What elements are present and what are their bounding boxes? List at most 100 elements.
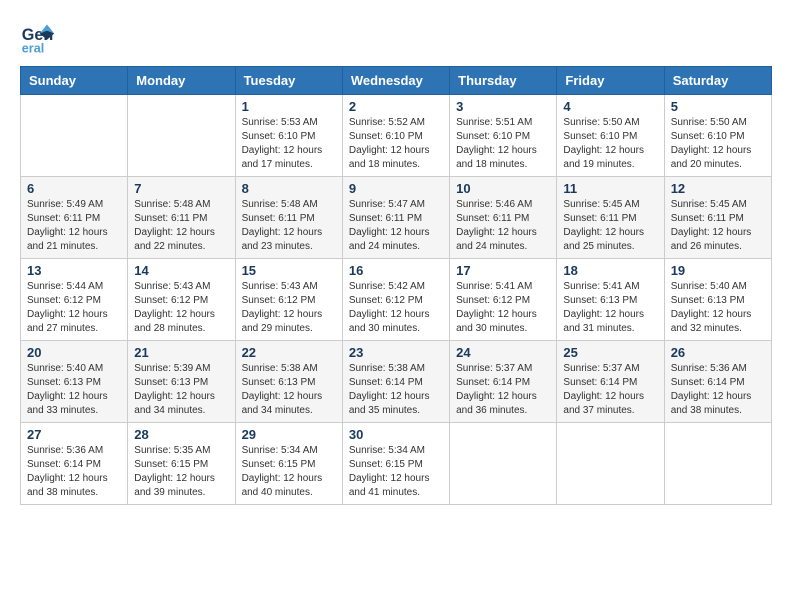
day-info: Sunrise: 5:41 AM Sunset: 6:13 PM Dayligh… — [563, 280, 657, 336]
day-number: 7 — [134, 181, 228, 196]
day-number: 28 — [134, 427, 228, 442]
calendar-week-1: 1Sunrise: 5:53 AM Sunset: 6:10 PM Daylig… — [21, 95, 772, 177]
day-info: Sunrise: 5:47 AM Sunset: 6:11 PM Dayligh… — [349, 198, 443, 254]
day-info: Sunrise: 5:35 AM Sunset: 6:15 PM Dayligh… — [134, 444, 228, 500]
day-info: Sunrise: 5:48 AM Sunset: 6:11 PM Dayligh… — [134, 198, 228, 254]
day-info: Sunrise: 5:51 AM Sunset: 6:10 PM Dayligh… — [456, 116, 550, 172]
calendar-cell: 4Sunrise: 5:50 AM Sunset: 6:10 PM Daylig… — [557, 95, 664, 177]
calendar-cell: 10 Sunrise: 5:46 AM Sunset: 6:11 PM Dayli… — [450, 177, 557, 259]
calendar-cell: 11 Sunrise: 5:45 AM Sunset: 6:11 PM Dayli… — [557, 177, 664, 259]
day-number: 10 — [456, 181, 550, 196]
day-number: 27 — [27, 427, 121, 442]
weekday-row: SundayMondayTuesdayWednesdayThursdayFrid… — [21, 67, 772, 95]
day-info: Sunrise: 5:46 AM Sunset: 6:11 PM Dayligh… — [456, 198, 550, 254]
day-number: 24 — [456, 345, 550, 360]
calendar-week-3: 13 Sunrise: 5:44 AM Sunset: 6:12 PM Dayli… — [21, 259, 772, 341]
calendar-cell: 18 Sunrise: 5:41 AM Sunset: 6:13 PM Dayli… — [557, 259, 664, 341]
day-number: 29 — [242, 427, 336, 442]
day-info: Sunrise: 5:45 AM Sunset: 6:11 PM Dayligh… — [671, 198, 765, 254]
calendar-cell — [557, 423, 664, 505]
day-number: 14 — [134, 263, 228, 278]
day-number: 19 — [671, 263, 765, 278]
calendar-week-4: 20 Sunrise: 5:40 AM Sunset: 6:13 PM Dayli… — [21, 341, 772, 423]
day-number: 9 — [349, 181, 443, 196]
calendar-cell: 15 Sunrise: 5:43 AM Sunset: 6:12 PM Dayli… — [235, 259, 342, 341]
logo: Gen eral — [20, 20, 60, 56]
day-number: 2 — [349, 99, 443, 114]
day-info: Sunrise: 5:36 AM Sunset: 6:14 PM Dayligh… — [671, 362, 765, 418]
day-info: Sunrise: 5:44 AM Sunset: 6:12 PM Dayligh… — [27, 280, 121, 336]
day-info: Sunrise: 5:36 AM Sunset: 6:14 PM Dayligh… — [27, 444, 121, 500]
calendar-cell: 19Sunrise: 5:40 AM Sunset: 6:13 PM Dayli… — [664, 259, 771, 341]
day-number: 22 — [242, 345, 336, 360]
day-info: Sunrise: 5:45 AM Sunset: 6:11 PM Dayligh… — [563, 198, 657, 254]
calendar-cell: 22 Sunrise: 5:38 AM Sunset: 6:13 PM Dayli… — [235, 341, 342, 423]
calendar-cell: 9 Sunrise: 5:47 AM Sunset: 6:11 PM Daylig… — [342, 177, 449, 259]
calendar-cell: 21 Sunrise: 5:39 AM Sunset: 6:13 PM Dayli… — [128, 341, 235, 423]
day-info: Sunrise: 5:39 AM Sunset: 6:13 PM Dayligh… — [134, 362, 228, 418]
page-header: Gen eral — [20, 20, 772, 56]
calendar-cell: 23 Sunrise: 5:38 AM Sunset: 6:14 PM Dayli… — [342, 341, 449, 423]
calendar-cell: 2 Sunrise: 5:52 AM Sunset: 6:10 PM Daylig… — [342, 95, 449, 177]
day-info: Sunrise: 5:52 AM Sunset: 6:10 PM Dayligh… — [349, 116, 443, 172]
day-number: 13 — [27, 263, 121, 278]
calendar-cell — [128, 95, 235, 177]
calendar-cell — [21, 95, 128, 177]
day-info: Sunrise: 5:40 AM Sunset: 6:13 PM Dayligh… — [27, 362, 121, 418]
day-number: 20 — [27, 345, 121, 360]
calendar-cell — [450, 423, 557, 505]
day-number: 23 — [349, 345, 443, 360]
calendar-cell: 1Sunrise: 5:53 AM Sunset: 6:10 PM Daylig… — [235, 95, 342, 177]
day-info: Sunrise: 5:42 AM Sunset: 6:12 PM Dayligh… — [349, 280, 443, 336]
day-number: 12 — [671, 181, 765, 196]
weekday-header-saturday: Saturday — [664, 67, 771, 95]
day-number: 17 — [456, 263, 550, 278]
day-number: 1 — [242, 99, 336, 114]
calendar-table: SundayMondayTuesdayWednesdayThursdayFrid… — [20, 66, 772, 505]
day-number: 16 — [349, 263, 443, 278]
calendar-week-2: 6 Sunrise: 5:49 AM Sunset: 6:11 PM Daylig… — [21, 177, 772, 259]
calendar-cell: 26 Sunrise: 5:36 AM Sunset: 6:14 PM Dayli… — [664, 341, 771, 423]
calendar-cell: 29 Sunrise: 5:34 AM Sunset: 6:15 PM Dayli… — [235, 423, 342, 505]
calendar-cell: 8Sunrise: 5:48 AM Sunset: 6:11 PM Daylig… — [235, 177, 342, 259]
day-number: 21 — [134, 345, 228, 360]
weekday-header-thursday: Thursday — [450, 67, 557, 95]
day-info: Sunrise: 5:34 AM Sunset: 6:15 PM Dayligh… — [242, 444, 336, 500]
calendar-cell: 14Sunrise: 5:43 AM Sunset: 6:12 PM Dayli… — [128, 259, 235, 341]
calendar-cell: 3Sunrise: 5:51 AM Sunset: 6:10 PM Daylig… — [450, 95, 557, 177]
day-info: Sunrise: 5:38 AM Sunset: 6:13 PM Dayligh… — [242, 362, 336, 418]
day-number: 30 — [349, 427, 443, 442]
day-number: 18 — [563, 263, 657, 278]
calendar-header: SundayMondayTuesdayWednesdayThursdayFrid… — [21, 67, 772, 95]
day-number: 11 — [563, 181, 657, 196]
day-info: Sunrise: 5:37 AM Sunset: 6:14 PM Dayligh… — [563, 362, 657, 418]
weekday-header-tuesday: Tuesday — [235, 67, 342, 95]
day-info: Sunrise: 5:37 AM Sunset: 6:14 PM Dayligh… — [456, 362, 550, 418]
calendar-cell: 7 Sunrise: 5:48 AM Sunset: 6:11 PM Daylig… — [128, 177, 235, 259]
weekday-header-monday: Monday — [128, 67, 235, 95]
day-number: 15 — [242, 263, 336, 278]
calendar-cell: 27 Sunrise: 5:36 AM Sunset: 6:14 PM Dayli… — [21, 423, 128, 505]
calendar-cell: 30Sunrise: 5:34 AM Sunset: 6:15 PM Dayli… — [342, 423, 449, 505]
calendar-cell: 16 Sunrise: 5:42 AM Sunset: 6:12 PM Dayli… — [342, 259, 449, 341]
day-number: 6 — [27, 181, 121, 196]
calendar-cell: 6 Sunrise: 5:49 AM Sunset: 6:11 PM Daylig… — [21, 177, 128, 259]
day-number: 5 — [671, 99, 765, 114]
day-info: Sunrise: 5:38 AM Sunset: 6:14 PM Dayligh… — [349, 362, 443, 418]
calendar-week-5: 27 Sunrise: 5:36 AM Sunset: 6:14 PM Dayli… — [21, 423, 772, 505]
calendar-cell: 12 Sunrise: 5:45 AM Sunset: 6:11 PM Dayli… — [664, 177, 771, 259]
calendar-cell: 13 Sunrise: 5:44 AM Sunset: 6:12 PM Dayli… — [21, 259, 128, 341]
weekday-header-sunday: Sunday — [21, 67, 128, 95]
logo-icon: Gen eral — [20, 20, 56, 56]
day-info: Sunrise: 5:41 AM Sunset: 6:12 PM Dayligh… — [456, 280, 550, 336]
day-number: 26 — [671, 345, 765, 360]
day-info: Sunrise: 5:49 AM Sunset: 6:11 PM Dayligh… — [27, 198, 121, 254]
calendar-body: 1Sunrise: 5:53 AM Sunset: 6:10 PM Daylig… — [21, 95, 772, 505]
calendar-cell: 24 Sunrise: 5:37 AM Sunset: 6:14 PM Dayli… — [450, 341, 557, 423]
svg-text:eral: eral — [22, 41, 44, 55]
day-number: 4 — [563, 99, 657, 114]
day-info: Sunrise: 5:43 AM Sunset: 6:12 PM Dayligh… — [242, 280, 336, 336]
calendar-cell: 5Sunrise: 5:50 AM Sunset: 6:10 PM Daylig… — [664, 95, 771, 177]
calendar-cell: 17 Sunrise: 5:41 AM Sunset: 6:12 PM Dayli… — [450, 259, 557, 341]
calendar-cell — [664, 423, 771, 505]
